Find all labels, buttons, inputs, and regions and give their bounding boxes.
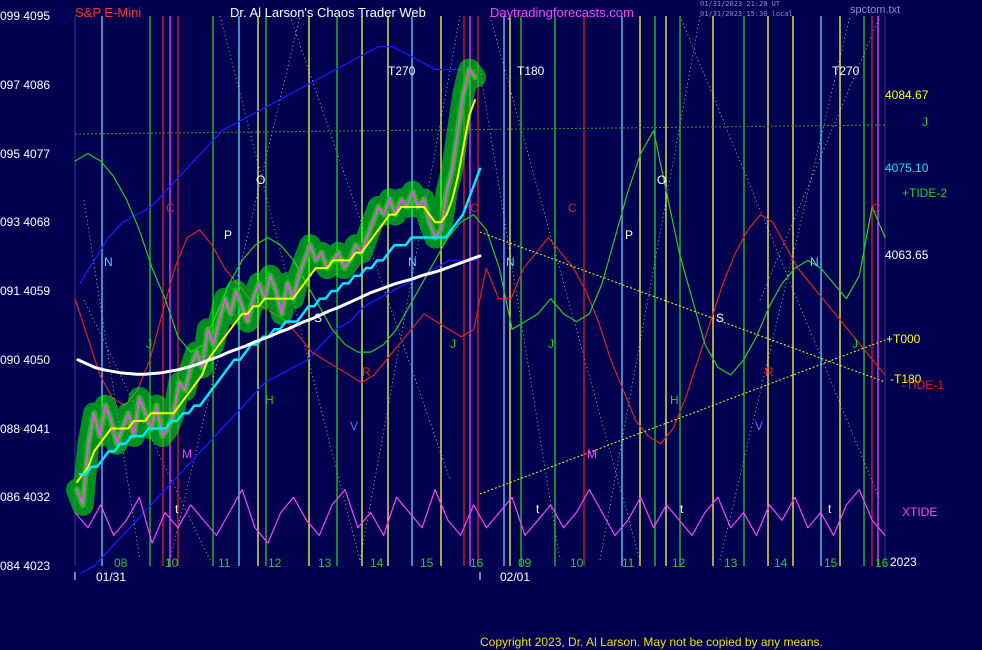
y-axis-label: 086 4032: [0, 490, 51, 505]
planet-letter: V: [350, 419, 358, 433]
tide-1-line: [74, 214, 886, 445]
planet-letter: V: [755, 419, 763, 433]
series-label: J: [922, 115, 928, 129]
dotted-guide-line: [759, 15, 881, 301]
planet-letter: H: [670, 393, 679, 407]
y-axis-label: 099 4095: [0, 9, 51, 23]
planet-letter: S: [314, 311, 322, 325]
planet-letter: S: [716, 311, 724, 325]
timestamp-local: 01/31/2023 15:30 local: [700, 10, 793, 18]
hour-label: 14: [370, 556, 384, 570]
series-label: 2023: [890, 555, 917, 569]
hour-label: 11: [622, 556, 635, 570]
planet-letter: P: [224, 228, 232, 242]
planet-letter: t: [536, 502, 540, 516]
series-label: XTIDE: [902, 505, 938, 519]
upper-envelope-line: [79, 45, 479, 285]
y-axis-label: 088 4041: [0, 421, 51, 436]
y-axis-label: 090 4050: [0, 352, 51, 367]
planet-letter: J: [450, 337, 456, 351]
planet-letter: N: [810, 255, 819, 269]
hour-label: 12: [268, 556, 282, 570]
dotted-guide-line: [679, 15, 881, 501]
dotted-guide-line: [599, 15, 701, 561]
hour-label: 14: [774, 556, 788, 570]
reference-level-line: [74, 124, 886, 135]
planet-letter: O: [657, 173, 666, 187]
right-price-level: 4075.10: [885, 161, 929, 175]
chart-canvas: T270 T180 T270 N C P O J S H M R Vt N J N C C P O J S M H R N J C Vt…: [66, 15, 886, 580]
forecast-line-t000: [479, 339, 886, 495]
planet-letter: J: [548, 337, 554, 351]
hour-label: 10: [165, 556, 179, 570]
date-label: 01/31: [96, 570, 127, 584]
data-file-name: spctom.txt: [850, 4, 901, 16]
hour-label: 12: [672, 556, 686, 570]
planet-letter: M: [587, 447, 597, 461]
planet-letter: O: [256, 173, 265, 187]
planet-letter: M: [182, 447, 192, 461]
dotted-guide-line: [719, 15, 851, 561]
y-axis-label: 093 4068: [0, 215, 51, 230]
y-axis-label: 095 4077: [0, 146, 51, 161]
planet-letter: N: [408, 255, 417, 269]
series-label: +TIDE-2: [902, 186, 948, 200]
xtide-line: [74, 489, 886, 544]
planet-letter: J: [146, 337, 152, 351]
planet-letter: R: [362, 365, 371, 379]
hour-label: 13: [724, 556, 738, 570]
hour-label: 08: [114, 556, 128, 570]
copyright-notice: Copyright 2023, Dr. Al Larson. May not b…: [480, 635, 823, 649]
hour-label: 09: [518, 556, 532, 570]
y-axis-label: 097 4086: [0, 77, 51, 92]
y-axis-label: 091 4059: [0, 284, 51, 298]
hour-label: 15: [824, 556, 838, 570]
date-label: 02/01: [500, 570, 531, 584]
planet-letter: C: [872, 201, 881, 215]
right-price-level: 4063.65: [885, 248, 929, 263]
hour-label: 16: [470, 556, 484, 570]
symbol-title: S&P E-Mini: [75, 5, 142, 20]
hour-label: 10: [570, 556, 584, 570]
planet-letter: C: [166, 201, 175, 215]
planet-letter: t: [828, 502, 832, 516]
series-label: +T000: [886, 332, 921, 346]
planet-letter: R: [765, 365, 774, 379]
series-label: -TIDE-1: [902, 378, 944, 392]
y-axis-label: 084 4023: [0, 559, 51, 573]
chart-window: T270 T180 T270 N C P O J S H M R Vt N J N C C P O J S M H R N J C Vt…: [0, 0, 982, 650]
time-marker-label: T270: [388, 64, 416, 78]
time-marker-label: T180: [517, 64, 545, 78]
hour-label: 11: [218, 556, 231, 570]
planet-letter: C: [470, 201, 479, 215]
planet-letter: t: [680, 502, 684, 516]
planet-letter: H: [265, 393, 274, 407]
author-title: Dr. Al Larson's Chaos Trader Web: [230, 5, 426, 20]
hour-label: 15: [420, 556, 434, 570]
dotted-guide-line: [359, 15, 461, 561]
planet-letter: P: [625, 228, 633, 242]
planet-letter: N: [104, 255, 113, 269]
forecast-line-t180: [479, 231, 886, 383]
timestamp-ut: 01/31/2023 21:20 UT: [700, 0, 781, 8]
site-link[interactable]: Daytradingforecasts.com: [490, 5, 634, 20]
dotted-guide-line: [489, 15, 641, 561]
planet-letter: J: [852, 337, 858, 351]
right-price-level: 4084.67: [885, 87, 929, 102]
planet-letter: N: [506, 255, 515, 269]
planet-letter: C: [568, 201, 577, 215]
hour-label: 13: [318, 556, 332, 570]
hour-label: 16: [875, 556, 889, 570]
time-marker-label: T270: [832, 64, 860, 78]
dotted-guide-line: [479, 69, 561, 561]
